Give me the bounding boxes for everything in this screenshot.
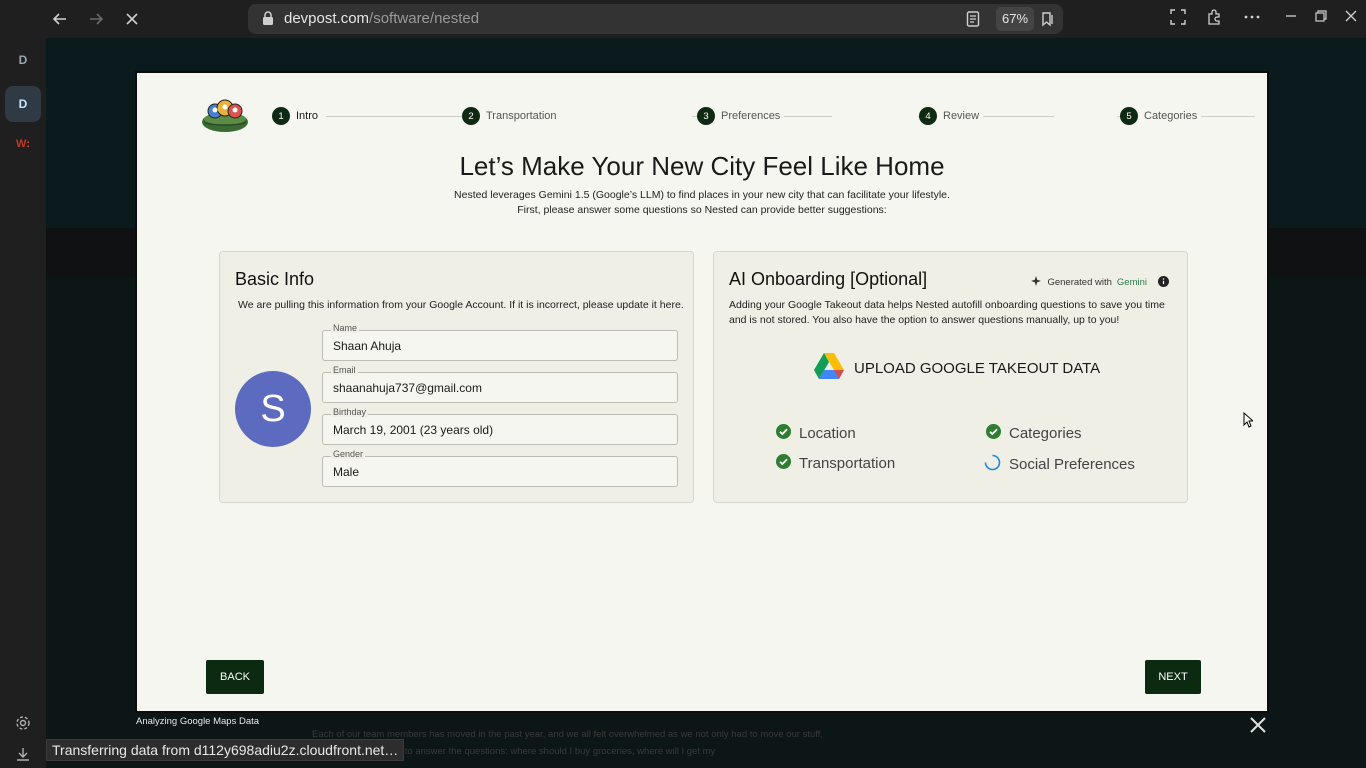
lock-icon — [262, 11, 274, 31]
reading-list-icon[interactable] — [1040, 11, 1056, 32]
check-label: Social Preferences — [1009, 456, 1135, 473]
minimize-icon[interactable] — [1284, 9, 1298, 28]
step-number: 2 — [462, 107, 480, 125]
generated-with-gemini: Generated with Gemini — [1030, 275, 1169, 290]
step-intro[interactable]: 1 Intro — [272, 107, 323, 125]
step-number: 1 — [272, 107, 290, 125]
downloads-icon[interactable] — [15, 746, 31, 767]
sidebar-item-w-label: W — [15, 138, 27, 150]
basic-info-description: We are pulling this information from you… — [238, 299, 684, 311]
email-field-value: shaanahuja737@gmail.com — [333, 381, 482, 395]
check-label: Categories — [1009, 425, 1082, 442]
sparkle-icon — [1030, 275, 1042, 290]
forward-arrow-icon[interactable] — [85, 8, 107, 30]
upload-label: UPLOAD GOOGLE TAKEOUT DATA — [854, 360, 1101, 377]
reader-view-icon[interactable] — [966, 11, 980, 32]
step-label: Transportation — [486, 110, 557, 122]
step-label: Preferences — [721, 110, 781, 122]
check-location: Location — [776, 424, 856, 443]
check-label: Location — [799, 425, 856, 442]
basic-info-card: Basic Info We are pulling this informati… — [219, 251, 694, 503]
stop-loading-icon[interactable] — [121, 8, 143, 30]
birthday-field-label: Birthday — [331, 407, 369, 417]
browser-status-bar: Transferring data from d112y698adiu2z.cl… — [46, 739, 405, 761]
check-circle-icon — [776, 424, 791, 443]
close-icon[interactable] — [1249, 716, 1267, 739]
name-field-label: Name — [331, 323, 360, 333]
google-drive-icon — [814, 353, 844, 384]
sidebar-item-d[interactable]: D — [5, 42, 41, 78]
url-path: /software/nested — [369, 10, 480, 27]
birthday-field-value: March 19, 2001 (23 years old) — [333, 423, 494, 437]
step-label: Intro — [296, 110, 319, 122]
browser-toolbar: devpost.com/software/nested 67% — [0, 0, 1366, 38]
browser-sidebar: D D W: — [0, 38, 46, 768]
check-social-preferences: Social Preferences — [984, 454, 1135, 475]
back-button[interactable]: BACK — [206, 660, 264, 694]
gemini-brand: Gemini — [1116, 277, 1147, 288]
page-title: Let’s Make Your New City Feel Like Home — [459, 151, 945, 181]
next-button[interactable]: NEXT — [1145, 660, 1201, 694]
settings-gear-icon[interactable] — [15, 715, 31, 736]
step-preferences[interactable]: 3 Preferences — [697, 107, 785, 125]
restore-icon[interactable] — [1314, 9, 1328, 28]
address-bar[interactable]: devpost.com/software/nested 67% — [248, 4, 1063, 34]
step-number: 5 — [1120, 107, 1138, 125]
onboarding-modal: 1 Intro 2 Transportation 3 Preferences 4… — [135, 71, 1269, 713]
ai-onboarding-heading: AI Onboarding [Optional] — [729, 269, 928, 289]
url-domain: devpost.com — [284, 10, 370, 27]
gender-field[interactable]: Gender Male — [322, 449, 678, 487]
loading-spinner-icon — [984, 454, 1001, 475]
step-number: 3 — [697, 107, 715, 125]
progress-stepper: 1 Intro 2 Transportation 3 Preferences 4… — [272, 107, 1255, 125]
step-label: Review — [943, 110, 980, 122]
page-subtitle: Nested leverages Gemini 1.5 (Google’s LL… — [137, 188, 1267, 218]
sidebar-item-d-active[interactable]: D — [5, 86, 41, 122]
gender-field-label: Gender — [331, 449, 366, 459]
sidebar-item-w[interactable]: W: — [5, 126, 41, 162]
url-text: devpost.com/software/nested — [284, 10, 479, 27]
step-review[interactable]: 4 Review — [919, 107, 984, 125]
check-circle-icon — [986, 424, 1001, 443]
description-line: Adding your Google Takeout data helps Ne… — [729, 299, 1165, 311]
analyzing-caption: Analyzing Google Maps Data — [136, 716, 260, 727]
info-icon[interactable] — [1158, 275, 1169, 290]
generated-prefix: Generated with — [1047, 277, 1112, 288]
upload-takeout-button[interactable]: UPLOAD GOOGLE TAKEOUT DATA — [814, 353, 1100, 384]
check-label: Transportation — [799, 455, 896, 472]
extensions-icon[interactable] — [1206, 9, 1222, 30]
close-window-icon[interactable] — [1344, 9, 1358, 28]
step-categories[interactable]: 5 Categories — [1120, 107, 1202, 125]
back-arrow-icon[interactable] — [49, 8, 71, 30]
description-line: and is not stored. You also have the opt… — [729, 314, 1120, 326]
subtitle-line: Nested leverages Gemini 1.5 (Google’s LL… — [454, 189, 950, 201]
birthday-field[interactable]: Birthday March 19, 2001 (23 years old) — [322, 407, 678, 445]
step-connector — [326, 116, 462, 117]
nested-logo — [200, 96, 250, 134]
step-transportation[interactable]: 2 Transportation — [462, 107, 561, 125]
check-circle-icon — [776, 454, 791, 473]
basic-info-heading: Basic Info — [235, 269, 315, 289]
check-transportation: Transportation — [776, 454, 895, 473]
ai-onboarding-card: AI Onboarding [Optional] Generated with G… — [713, 251, 1188, 503]
email-field[interactable]: Email shaanahuja737@gmail.com — [322, 365, 678, 403]
fullscreen-icon[interactable] — [1170, 9, 1186, 30]
zoom-level[interactable]: 67% — [996, 7, 1035, 31]
mouse-cursor-icon — [1243, 411, 1255, 433]
step-number: 4 — [919, 107, 937, 125]
name-field[interactable]: Name Shaan Ahuja — [322, 323, 678, 361]
check-categories: Categories — [986, 424, 1082, 443]
step-label: Categories — [1144, 110, 1198, 122]
gender-field-value: Male — [333, 465, 360, 479]
name-field-value: Shaan Ahuja — [333, 339, 402, 353]
subtitle-line: First, please answer some questions so N… — [517, 204, 887, 216]
avatar: S — [235, 371, 311, 447]
ai-onboarding-description: Adding your Google Takeout data helps Ne… — [729, 298, 1165, 328]
more-menu-icon[interactable] — [1244, 9, 1260, 30]
email-field-label: Email — [331, 365, 358, 375]
